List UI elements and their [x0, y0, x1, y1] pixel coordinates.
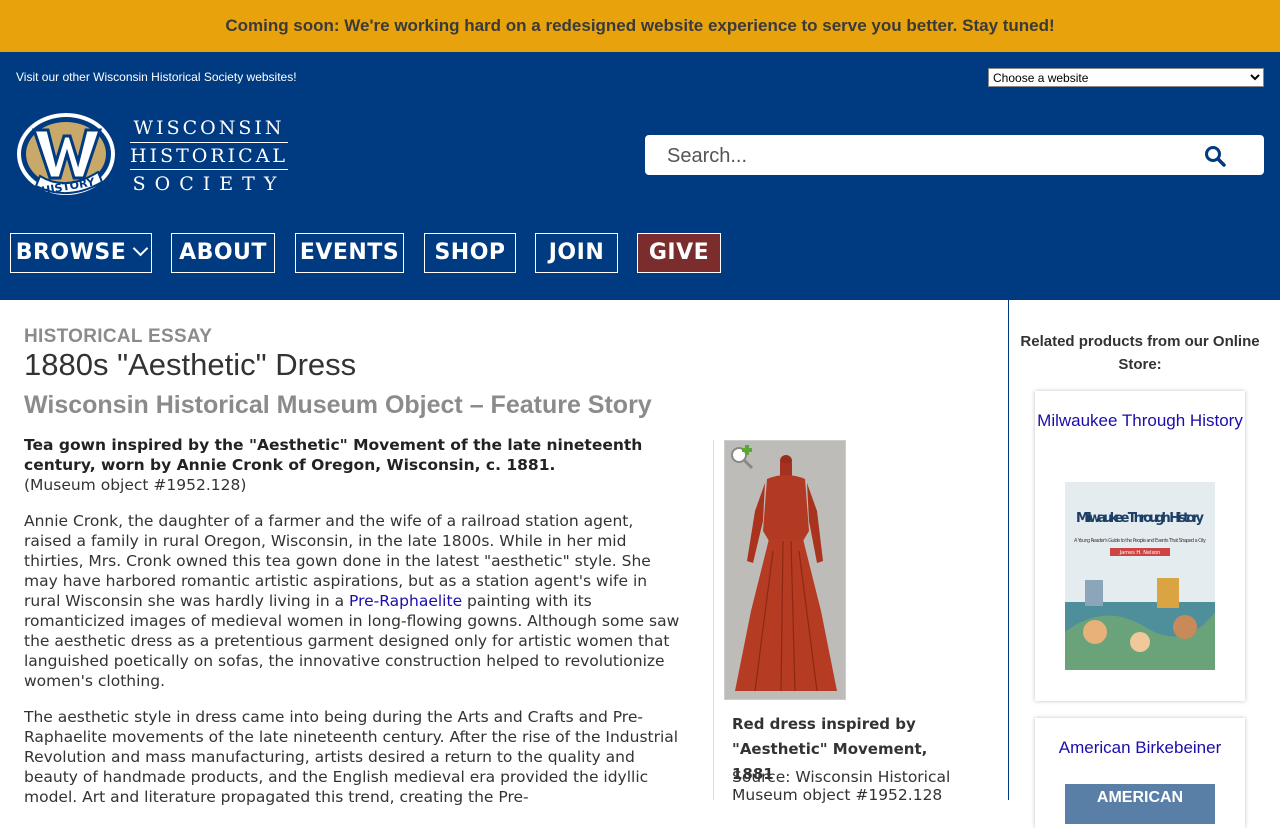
lead-bold-text: Tea gown inspired by the "Aesthetic" Mov…: [24, 436, 643, 474]
birkebeiner-cover-image[interactable]: AMERICAN: [1065, 784, 1215, 824]
article-lead: Tea gown inspired by the "Aesthetic" Mov…: [24, 435, 684, 495]
product-cover-image[interactable]: Milwaukee Through History A Young Reader…: [1065, 482, 1215, 670]
site-header: Visit our other Wisconsin Historical Soc…: [0, 52, 1280, 300]
nav-browse-button[interactable]: BROWSE: [10, 233, 152, 273]
search-icon[interactable]: [1204, 145, 1226, 167]
nav-events-button[interactable]: EVENTS: [295, 233, 404, 273]
cover-title-text: Milwaukee Through History: [1076, 511, 1205, 526]
nav-join-button[interactable]: JOIN: [535, 233, 618, 273]
figure-source: Source: Wisconsin Historical Museum obje…: [732, 768, 951, 804]
article-eyebrow: HISTORICAL ESSAY: [24, 326, 213, 347]
nav-browse-label: BROWSE: [15, 240, 127, 265]
article-figure: Red dress inspired by "Aesthetic" Moveme…: [713, 440, 974, 804]
logo-line-1: WISCONSIN: [133, 117, 285, 139]
sidebar: Related products from our Online Store: …: [1008, 300, 1280, 828]
product-title-link[interactable]: Milwaukee Through History: [1035, 409, 1245, 432]
page-subtitle: Wisconsin Historical Museum Object – Fea…: [24, 391, 652, 419]
article-paragraph-1: Annie Cronk, the daughter of a farmer an…: [24, 511, 684, 691]
nav-give-button[interactable]: GIVE: [637, 233, 721, 273]
search-input[interactable]: [665, 143, 1189, 169]
dress-photo[interactable]: [724, 440, 846, 700]
chevron-down-icon: [133, 240, 149, 257]
announcement-banner: Coming soon: We're working hard on a red…: [0, 0, 1280, 52]
red-dress-image: [725, 441, 845, 699]
logo-line-3: SOCIETY: [132, 173, 286, 195]
logo-wordmark: WISCONSIN HISTORICAL SOCIETY: [130, 114, 289, 198]
article-paragraph-2: The aesthetic style in dress came into b…: [24, 708, 679, 806]
zoom-in-icon[interactable]: [729, 445, 755, 471]
nav-about-button[interactable]: ABOUT: [171, 233, 275, 273]
history-badge-icon: HISTORY: [17, 113, 115, 198]
website-select[interactable]: Choose a website: [988, 68, 1264, 87]
nav-shop-button[interactable]: SHOP: [424, 233, 516, 273]
cover-subtitle-text: A Young Reader's Guide to the People and…: [1074, 538, 1206, 544]
cover-author-text: James H. Nelson: [1119, 550, 1161, 556]
page-title: 1880s "Aesthetic" Dress: [24, 347, 357, 382]
product-title-link[interactable]: American Birkebeiner: [1035, 736, 1245, 759]
logo-line-2: HISTORICAL: [130, 142, 289, 170]
lead-object-number: (Museum object #1952.128): [24, 476, 247, 494]
milwaukee-book-cover: Milwaukee Through History A Young Reader…: [1065, 482, 1215, 670]
visit-other-sites-text: Visit our other Wisconsin Historical Soc…: [16, 70, 297, 84]
product-card[interactable]: Milwaukee Through History Milwaukee Thro…: [1035, 391, 1245, 701]
related-products-heading: Related products from our Online Store:: [1020, 333, 1260, 373]
site-logo[interactable]: HISTORY WISCONSIN HISTORICAL SOCIETY: [14, 110, 294, 198]
product-card[interactable]: American Birkebeiner AMERICAN: [1035, 718, 1245, 828]
search-bar: [645, 135, 1264, 175]
pre-raphaelite-link[interactable]: Pre-Raphaelite: [349, 592, 462, 610]
